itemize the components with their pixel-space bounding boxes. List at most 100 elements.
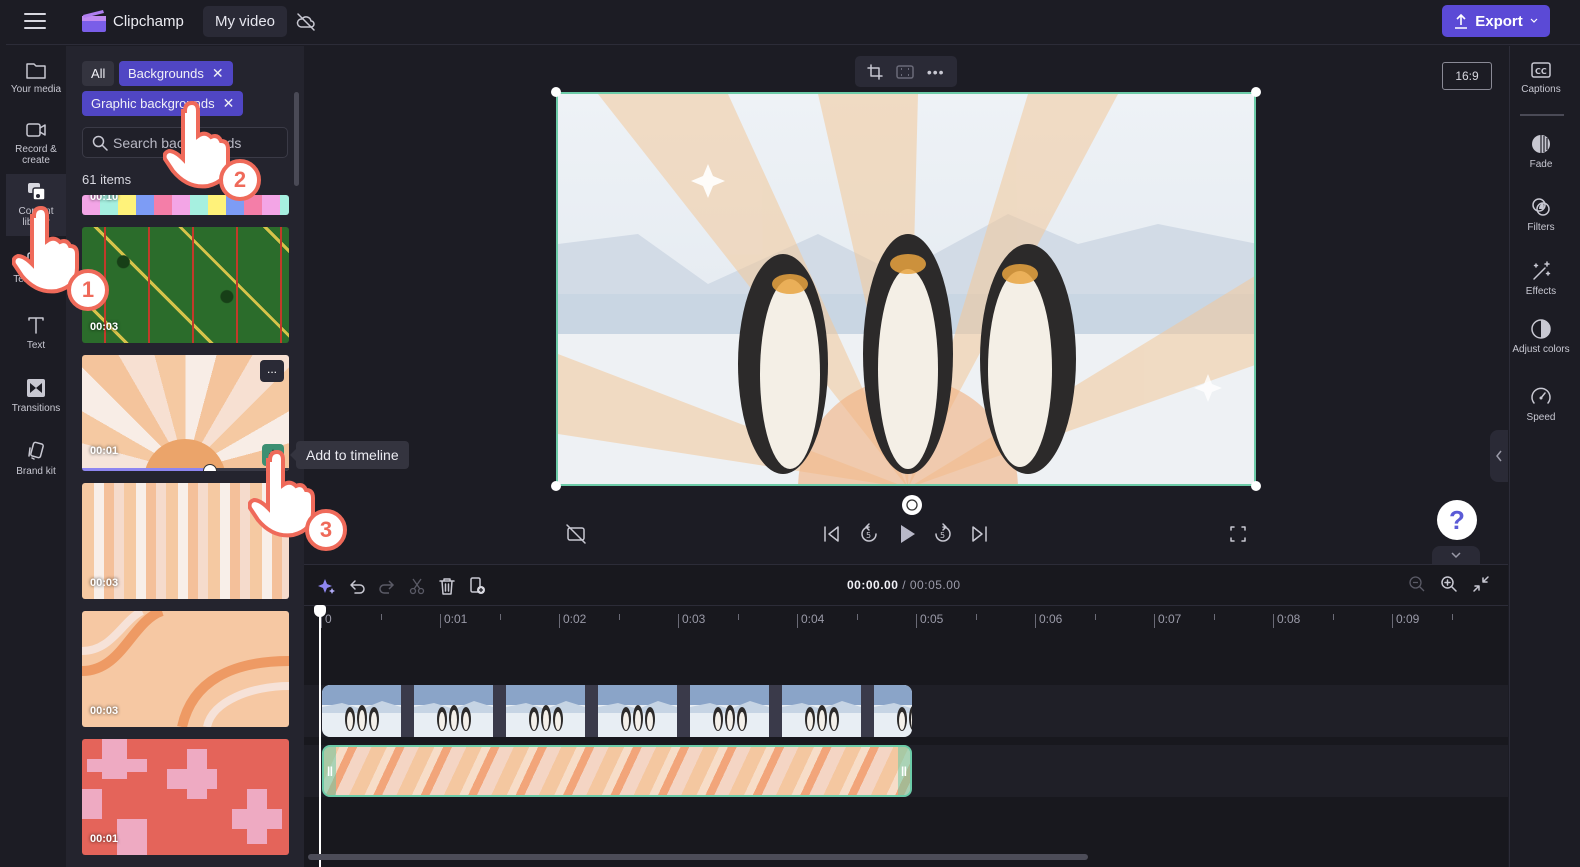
library-item[interactable]: 00:10 bbox=[82, 195, 289, 215]
panel-label: Speed bbox=[1526, 412, 1556, 423]
skip-back-icon[interactable] bbox=[822, 522, 842, 546]
library-item-hovered[interactable]: ... 00:01 + bbox=[82, 355, 289, 471]
timeline-panel: 00:00.00 / 00:05.00 0 0:01 0:02 0:03 0:04 0:0… bbox=[304, 564, 1508, 867]
zoom-in-icon[interactable] bbox=[1440, 575, 1458, 593]
redo-icon[interactable] bbox=[378, 577, 396, 595]
playhead[interactable] bbox=[319, 605, 321, 867]
resize-handle-top-right[interactable] bbox=[1251, 87, 1261, 97]
ruler-label: 0:07 bbox=[1158, 612, 1182, 626]
fit-timeline-icon[interactable] bbox=[1472, 575, 1490, 593]
ruler-minor-tick bbox=[856, 614, 858, 620]
adjust-colors-icon bbox=[1531, 319, 1551, 339]
filter-chip-graphic-backgrounds[interactable]: Graphic backgrounds ✕ bbox=[82, 91, 244, 116]
skip-forward-icon[interactable] bbox=[969, 522, 989, 546]
library-scrollbar[interactable] bbox=[294, 92, 299, 186]
resize-handle-bottom-right[interactable] bbox=[1251, 481, 1261, 491]
aspect-ratio-button[interactable]: 16:9 bbox=[1442, 62, 1492, 90]
filter-chip-backgrounds[interactable]: Backgrounds ✕ bbox=[119, 61, 233, 86]
panel-speed[interactable]: Speed bbox=[1510, 386, 1572, 423]
library-item[interactable]: 00:03 bbox=[82, 483, 289, 599]
duration-label: 00:10 bbox=[90, 195, 119, 203]
ruler-minor-tick bbox=[1451, 614, 1453, 620]
duration-label: 00:03 bbox=[90, 321, 119, 333]
clipchamp-editor: Clipchamp My video Export Your media Rec… bbox=[0, 0, 1580, 867]
ruler-major-tick bbox=[797, 614, 798, 628]
ruler-label: 0:06 bbox=[1039, 612, 1063, 626]
divider bbox=[1520, 114, 1564, 116]
cloud-offline-icon[interactable] bbox=[296, 12, 316, 32]
rotate-handle[interactable] bbox=[902, 495, 922, 515]
ruler-minor-tick bbox=[1332, 614, 1334, 620]
trim-handle-right[interactable]: ‖ bbox=[898, 747, 910, 795]
search-placeholder: Search backgrounds bbox=[113, 135, 242, 151]
fit-icon[interactable] bbox=[896, 64, 914, 79]
zoom-out-icon[interactable] bbox=[1408, 575, 1426, 593]
nav-text[interactable]: Text bbox=[6, 314, 66, 351]
camera-icon bbox=[26, 123, 46, 137]
ruler-label: 0:02 bbox=[563, 612, 587, 626]
zoom-controls bbox=[1408, 575, 1490, 593]
playhead-handle[interactable] bbox=[314, 605, 326, 617]
duplicate-icon[interactable] bbox=[468, 577, 486, 595]
export-button[interactable]: Export bbox=[1442, 5, 1550, 37]
more-options-icon[interactable]: ••• bbox=[927, 64, 945, 80]
split-icon[interactable] bbox=[408, 577, 426, 595]
crop-icon[interactable] bbox=[867, 63, 884, 80]
preview-progress-fill bbox=[82, 468, 211, 471]
help-button[interactable]: ? bbox=[1437, 500, 1477, 540]
library-item[interactable]: 00:03 bbox=[82, 227, 289, 343]
preview-progress-track[interactable] bbox=[82, 468, 289, 471]
fade-icon bbox=[1532, 135, 1550, 153]
resize-handle-bottom-left[interactable] bbox=[551, 481, 561, 491]
close-icon[interactable]: ✕ bbox=[212, 65, 224, 81]
library-item[interactable]: 00:03 bbox=[82, 611, 289, 727]
collapse-panel-tab[interactable] bbox=[1490, 430, 1508, 482]
rewind-5-icon[interactable]: 5 bbox=[858, 522, 880, 546]
add-to-timeline-button[interactable]: + bbox=[262, 444, 284, 466]
ai-sparkle-icon[interactable] bbox=[318, 577, 336, 595]
nav-your-media[interactable]: Your media bbox=[6, 60, 66, 95]
nav-content-library[interactable]: Content library bbox=[6, 174, 66, 236]
trim-handle-left[interactable]: ‖ bbox=[324, 747, 336, 795]
project-title[interactable]: My video bbox=[203, 6, 287, 37]
play-icon[interactable] bbox=[896, 522, 918, 546]
fullscreen-icon[interactable] bbox=[1228, 522, 1248, 546]
ruler-minor-tick bbox=[1094, 614, 1096, 620]
nav-record-create[interactable]: Record & create bbox=[6, 120, 66, 166]
chip-label: Backgrounds bbox=[128, 66, 204, 81]
brand-kit-icon bbox=[28, 441, 44, 460]
forward-5-icon[interactable]: 5 bbox=[932, 522, 954, 546]
video-canvas[interactable] bbox=[556, 92, 1256, 486]
more-options-button[interactable]: ... bbox=[260, 360, 284, 382]
undo-icon[interactable] bbox=[348, 577, 366, 595]
background-clip-sunburst[interactable]: ‖ ‖ bbox=[322, 745, 912, 797]
panel-captions[interactable]: CC Captions bbox=[1510, 60, 1572, 95]
time-ruler[interactable]: 0 0:01 0:02 0:03 0:04 0:05 0:06 0:07 0:08 0:09 bbox=[304, 605, 1508, 635]
close-icon[interactable]: ✕ bbox=[223, 95, 235, 111]
chevron-down-icon bbox=[1451, 552, 1461, 559]
menu-icon[interactable] bbox=[24, 13, 46, 31]
ruler-label: 0:01 bbox=[444, 612, 468, 626]
resize-handle-top-left[interactable] bbox=[551, 87, 561, 97]
filter-chip-all[interactable]: All bbox=[82, 61, 115, 86]
clip-frame-thumbnail bbox=[506, 685, 585, 737]
ruler-label: 0:04 bbox=[801, 612, 825, 626]
nav-transitions[interactable]: Transitions bbox=[6, 377, 66, 414]
right-properties-rail: CC Captions Fade Filters Effects Adjust … bbox=[1509, 46, 1580, 867]
timeline-scrollbar[interactable] bbox=[308, 854, 1088, 860]
library-item[interactable]: 00:01 bbox=[82, 739, 289, 855]
search-input[interactable]: Search backgrounds bbox=[82, 127, 288, 158]
panel-filters[interactable]: Filters bbox=[1510, 196, 1572, 233]
panel-adjust-colors[interactable]: Adjust colors bbox=[1510, 318, 1572, 355]
captions-off-icon[interactable] bbox=[564, 522, 588, 546]
panel-fade[interactable]: Fade bbox=[1510, 133, 1572, 170]
clip-frame-thumbnail bbox=[598, 685, 677, 737]
collapse-timeline-tab[interactable] bbox=[1432, 546, 1480, 564]
panel-effects[interactable]: Effects bbox=[1510, 260, 1572, 297]
video-clip-penguins[interactable] bbox=[322, 685, 912, 737]
nav-brand-kit[interactable]: Brand kit bbox=[6, 440, 66, 477]
nav-templates[interactable]: Templates bbox=[6, 250, 66, 285]
preview-frame bbox=[558, 94, 1254, 484]
delete-icon[interactable] bbox=[438, 577, 456, 595]
svg-text:5: 5 bbox=[866, 531, 871, 540]
